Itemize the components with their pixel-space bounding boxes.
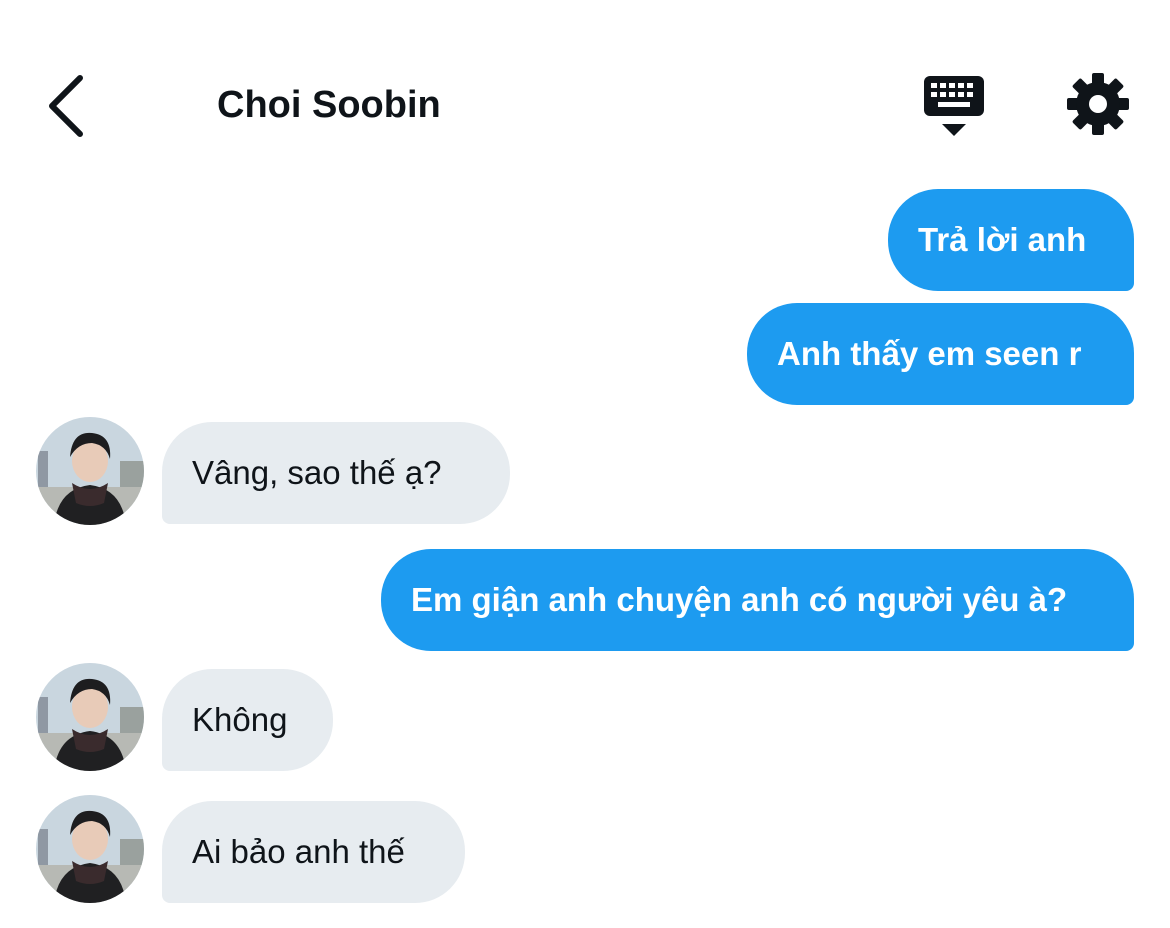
avatar[interactable] (36, 417, 144, 525)
incoming-message[interactable]: Vâng, sao thế ạ? (162, 422, 510, 524)
message-text: Em giận anh chuyện anh có người yêu à? (411, 581, 1068, 618)
incoming-message[interactable]: Không (162, 669, 333, 771)
avatar-photo (36, 417, 144, 525)
avatar[interactable] (36, 663, 144, 771)
chevron-left-icon (49, 75, 83, 137)
message-text: Vâng, sao thế ạ? (192, 454, 442, 491)
message-text: Trả lời anh (918, 221, 1087, 258)
avatar-photo (36, 663, 144, 771)
outgoing-message[interactable]: Trả lời anh (888, 189, 1134, 291)
chat-header: Choi Soobin (0, 0, 1170, 180)
message-text: Không (192, 701, 288, 738)
message-text: Ai bảo anh thế (192, 833, 405, 870)
back-button[interactable] (40, 68, 100, 144)
incoming-message[interactable]: Ai bảo anh thế (162, 801, 465, 903)
avatar[interactable] (36, 795, 144, 903)
message-text: Anh thấy em seen r (777, 335, 1082, 372)
avatar-photo (36, 795, 144, 903)
conversation-title[interactable]: Choi Soobin (217, 80, 441, 130)
keyboard-toggle-button[interactable] (918, 72, 990, 140)
outgoing-message[interactable]: Anh thấy em seen r (747, 303, 1134, 405)
settings-button[interactable] (1064, 70, 1132, 138)
gear-icon (1067, 73, 1129, 135)
outgoing-message[interactable]: Em giận anh chuyện anh có người yêu à? (381, 549, 1134, 651)
keyboard-dismiss-icon (924, 76, 984, 136)
